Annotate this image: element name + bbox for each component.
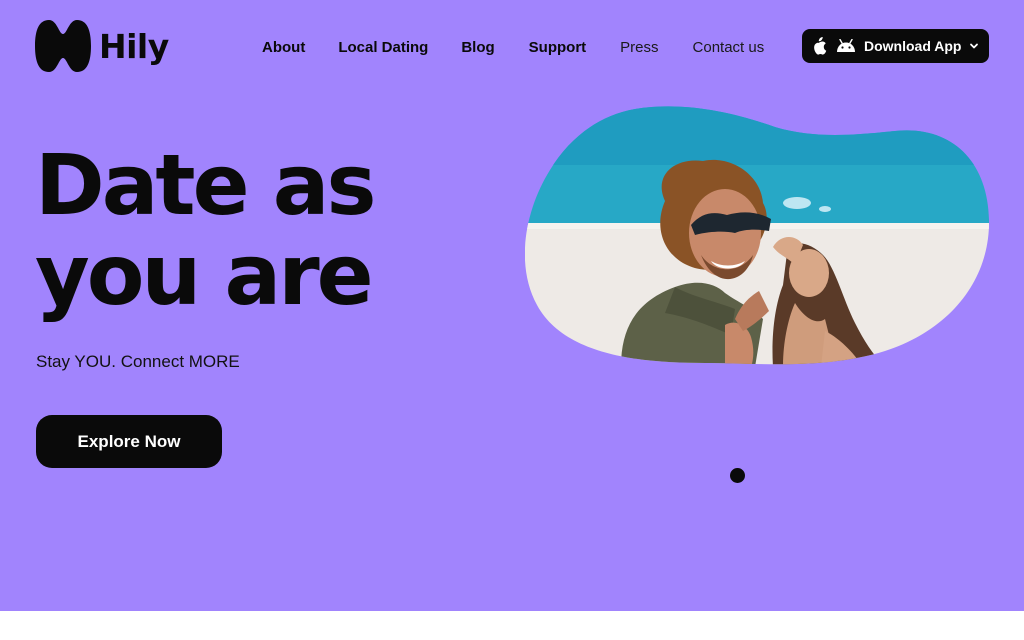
android-icon bbox=[837, 39, 855, 52]
nav-link-support[interactable]: Support bbox=[529, 39, 587, 56]
hero-headline-line-1: Date as bbox=[35, 136, 376, 234]
nav-link-blog[interactable]: Blog bbox=[461, 39, 494, 56]
hero-section: Hily About Local Dating Blog Support Pre… bbox=[0, 0, 1024, 611]
apple-icon bbox=[814, 37, 827, 55]
hily-logo-icon bbox=[35, 20, 91, 72]
carousel-dot-active[interactable] bbox=[730, 468, 745, 483]
nav-link-contact-us[interactable]: Contact us bbox=[693, 39, 765, 56]
hero-headline-line-2: you are bbox=[35, 226, 374, 324]
nav-link-about[interactable]: About bbox=[262, 39, 305, 56]
download-app-label: Download App bbox=[864, 38, 962, 54]
hero-subline: Stay YOU. Connect MORE bbox=[36, 352, 240, 371]
main-nav: About Local Dating Blog Support Press Co… bbox=[262, 38, 764, 56]
hero-couple-photo bbox=[525, 106, 990, 365]
explore-now-button[interactable]: Explore Now bbox=[36, 415, 222, 468]
hero-headline: Date as you are bbox=[35, 140, 475, 320]
nav-link-press[interactable]: Press bbox=[620, 39, 658, 56]
download-app-button[interactable]: Download App bbox=[802, 29, 989, 63]
nav-link-local-dating[interactable]: Local Dating bbox=[338, 39, 428, 56]
brand-name: Hily bbox=[99, 26, 169, 66]
brand-logo[interactable]: Hily bbox=[35, 18, 169, 74]
chevron-down-icon bbox=[970, 43, 979, 49]
